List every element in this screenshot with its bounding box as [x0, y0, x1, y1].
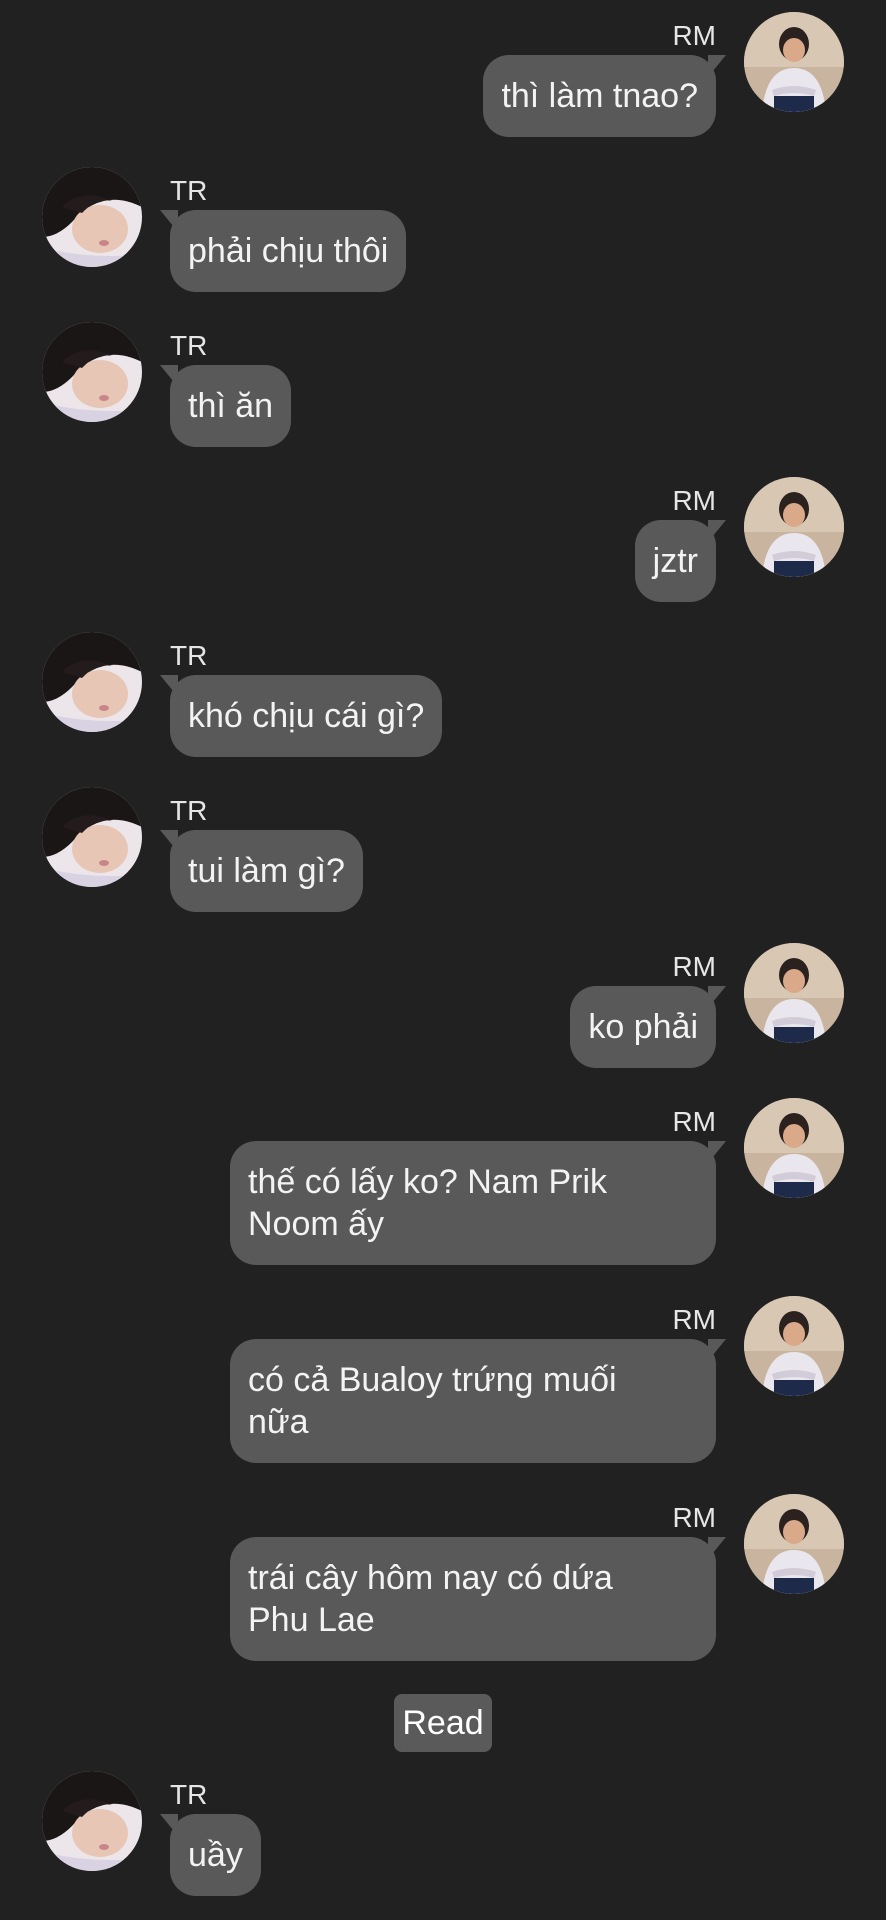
- message-bubble[interactable]: jztr: [634, 520, 716, 602]
- profile-photo-icon: [744, 1098, 844, 1198]
- message-bubble[interactable]: thì ăn: [170, 365, 292, 447]
- profile-photo-icon: [744, 943, 844, 1043]
- sender-name: TR: [170, 175, 208, 206]
- profile-photo-icon: [42, 167, 142, 267]
- profile-photo-icon: [744, 477, 844, 577]
- sender-name: RM: [672, 951, 716, 982]
- chat-thread[interactable]: RM thì làm tnao? TR phải chịu thôi TR th…: [0, 0, 886, 1920]
- sender-name: TR: [170, 330, 208, 361]
- profile-photo-icon: [744, 1296, 844, 1396]
- message-bubble[interactable]: uầy: [170, 1814, 261, 1896]
- avatar-rm[interactable]: [744, 12, 844, 112]
- sender-name: RM: [672, 1106, 716, 1137]
- profile-photo-icon: [42, 787, 142, 887]
- message-bubble[interactable]: phải chịu thôi: [170, 210, 407, 292]
- message-bubble[interactable]: khó chịu cái gì?: [170, 675, 443, 757]
- sender-name: TR: [170, 1779, 208, 1810]
- message-bubble[interactable]: ko phải: [570, 986, 716, 1068]
- profile-photo-icon: [42, 632, 142, 732]
- avatar-tr[interactable]: [42, 1771, 142, 1871]
- avatar-rm[interactable]: [744, 1296, 844, 1396]
- profile-photo-icon: [744, 12, 844, 112]
- profile-photo-icon: [744, 1494, 844, 1594]
- sender-name: TR: [170, 640, 208, 671]
- sender-name: TR: [170, 795, 208, 826]
- avatar-tr[interactable]: [42, 322, 142, 422]
- avatar-tr[interactable]: [42, 632, 142, 732]
- avatar-tr[interactable]: [42, 167, 142, 267]
- avatar-rm[interactable]: [744, 1494, 844, 1594]
- avatar-rm[interactable]: [744, 1098, 844, 1198]
- sender-name: RM: [672, 20, 716, 51]
- profile-photo-icon: [42, 322, 142, 422]
- avatar-rm[interactable]: [744, 477, 844, 577]
- avatar-tr[interactable]: [42, 787, 142, 887]
- message-bubble[interactable]: thế có lấy ko? Nam Prik Noom ấy: [230, 1141, 716, 1265]
- message-bubble[interactable]: trái cây hôm nay có dứa Phu Lae: [230, 1537, 716, 1661]
- sender-name: RM: [672, 1304, 716, 1335]
- read-receipt-badge: Read: [394, 1694, 492, 1752]
- message-bubble[interactable]: tui làm gì?: [170, 830, 363, 912]
- message-bubble[interactable]: thì làm tnao?: [483, 55, 716, 137]
- profile-photo-icon: [42, 1771, 142, 1871]
- avatar-rm[interactable]: [744, 943, 844, 1043]
- sender-name: RM: [672, 1502, 716, 1533]
- sender-name: RM: [672, 485, 716, 516]
- message-bubble[interactable]: có cả Bualoy trứng muối nữa: [230, 1339, 716, 1463]
